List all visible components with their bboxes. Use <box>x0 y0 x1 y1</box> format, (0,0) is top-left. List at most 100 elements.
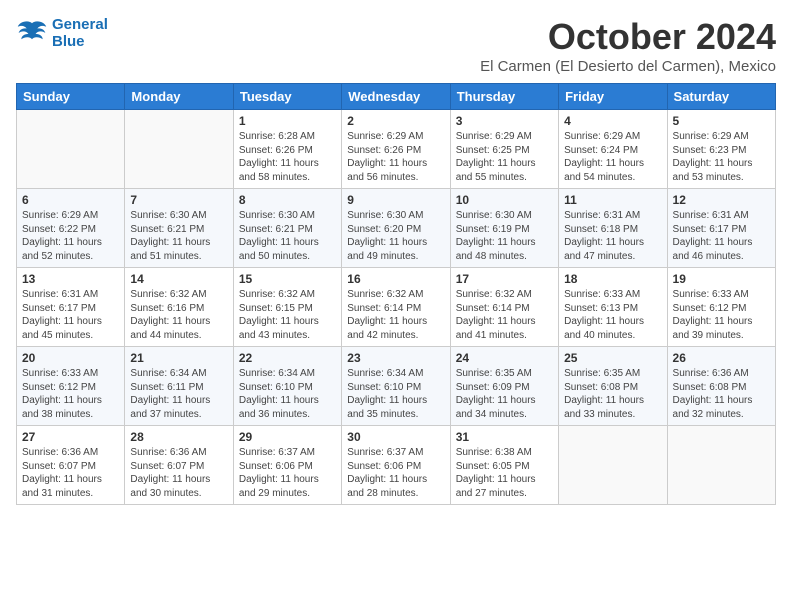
calendar-cell: 28 Sunrise: 6:36 AM Sunset: 6:07 PM Dayli… <box>125 426 233 505</box>
day-info: Sunrise: 6:34 AM Sunset: 6:10 PM Dayligh… <box>239 367 336 421</box>
day-info: Sunrise: 6:34 AM Sunset: 6:10 PM Dayligh… <box>347 367 444 421</box>
day-number: 1 <box>239 114 336 128</box>
location-title: El Carmen (El Desierto del Carmen), Mexi… <box>480 58 776 75</box>
day-number: 16 <box>347 272 444 286</box>
weekday-header-wednesday: Wednesday <box>342 84 450 110</box>
day-info: Sunrise: 6:33 AM Sunset: 6:12 PM Dayligh… <box>22 367 119 421</box>
calendar-cell: 29Sunrise: 6:37 AM Sunset: 6:06 PM Dayli… <box>233 426 341 505</box>
calendar-cell: 1 Sunrise: 6:28 AM Sunset: 6:26 PM Daylig… <box>233 110 341 189</box>
week-row-1: 1 Sunrise: 6:28 AM Sunset: 6:26 PM Daylig… <box>17 110 776 189</box>
calendar-cell: 19 Sunrise: 6:33 AM Sunset: 6:12 PM Dayli… <box>667 268 775 347</box>
day-number: 9 <box>347 193 444 207</box>
day-info: Sunrise: 6:31 AM Sunset: 6:17 PM Dayligh… <box>673 209 770 263</box>
calendar-cell: 22 Sunrise: 6:34 AM Sunset: 6:10 PM Dayli… <box>233 347 341 426</box>
calendar-cell: 6 Sunrise: 6:29 AM Sunset: 6:22 PM Daylig… <box>17 189 125 268</box>
day-number: 30 <box>347 430 444 444</box>
day-number: 18 <box>564 272 661 286</box>
calendar-cell: 12 Sunrise: 6:31 AM Sunset: 6:17 PM Dayli… <box>667 189 775 268</box>
day-info: Sunrise: 6:35 AM Sunset: 6:09 PM Dayligh… <box>456 367 553 421</box>
day-info: Sunrise: 6:29 AM Sunset: 6:26 PM Dayligh… <box>347 130 444 184</box>
calendar-cell: 7Sunrise: 6:30 AM Sunset: 6:21 PM Daylig… <box>125 189 233 268</box>
calendar-cell: 30 Sunrise: 6:37 AM Sunset: 6:06 PM Dayli… <box>342 426 450 505</box>
day-number: 14 <box>130 272 227 286</box>
day-info: Sunrise: 6:30 AM Sunset: 6:21 PM Dayligh… <box>239 209 336 263</box>
weekday-header-monday: Monday <box>125 84 233 110</box>
calendar-cell: 3 Sunrise: 6:29 AM Sunset: 6:25 PM Daylig… <box>450 110 558 189</box>
page-header: General Blue October 2024 El Carmen (El … <box>16 16 776 75</box>
day-info: Sunrise: 6:36 AM Sunset: 6:08 PM Dayligh… <box>673 367 770 421</box>
day-info: Sunrise: 6:37 AM Sunset: 6:06 PM Dayligh… <box>239 446 336 500</box>
day-number: 5 <box>673 114 770 128</box>
calendar-cell: 26 Sunrise: 6:36 AM Sunset: 6:08 PM Dayli… <box>667 347 775 426</box>
day-info: Sunrise: 6:33 AM Sunset: 6:13 PM Dayligh… <box>564 288 661 342</box>
day-info: Sunrise: 6:32 AM Sunset: 6:14 PM Dayligh… <box>347 288 444 342</box>
day-number: 6 <box>22 193 119 207</box>
day-info: Sunrise: 6:33 AM Sunset: 6:12 PM Dayligh… <box>673 288 770 342</box>
day-info: Sunrise: 6:36 AM Sunset: 6:07 PM Dayligh… <box>22 446 119 500</box>
calendar-cell: 2 Sunrise: 6:29 AM Sunset: 6:26 PM Daylig… <box>342 110 450 189</box>
day-info: Sunrise: 6:37 AM Sunset: 6:06 PM Dayligh… <box>347 446 444 500</box>
logo-text: General Blue <box>52 16 108 50</box>
calendar-cell: 27 Sunrise: 6:36 AM Sunset: 6:07 PM Dayli… <box>17 426 125 505</box>
day-number: 17 <box>456 272 553 286</box>
day-number: 26 <box>673 351 770 365</box>
day-number: 11 <box>564 193 661 207</box>
day-number: 12 <box>673 193 770 207</box>
calendar-cell: 9Sunrise: 6:30 AM Sunset: 6:20 PM Daylig… <box>342 189 450 268</box>
day-number: 2 <box>347 114 444 128</box>
day-number: 13 <box>22 272 119 286</box>
calendar-cell: 17 Sunrise: 6:32 AM Sunset: 6:14 PM Dayli… <box>450 268 558 347</box>
day-info: Sunrise: 6:32 AM Sunset: 6:15 PM Dayligh… <box>239 288 336 342</box>
day-number: 22 <box>239 351 336 365</box>
day-info: Sunrise: 6:36 AM Sunset: 6:07 PM Dayligh… <box>130 446 227 500</box>
day-number: 15 <box>239 272 336 286</box>
weekday-header-saturday: Saturday <box>667 84 775 110</box>
day-info: Sunrise: 6:32 AM Sunset: 6:14 PM Dayligh… <box>456 288 553 342</box>
day-info: Sunrise: 6:31 AM Sunset: 6:18 PM Dayligh… <box>564 209 661 263</box>
day-number: 4 <box>564 114 661 128</box>
calendar-cell <box>667 426 775 505</box>
calendar-cell: 14Sunrise: 6:32 AM Sunset: 6:16 PM Dayli… <box>125 268 233 347</box>
calendar-table: SundayMondayTuesdayWednesdayThursdayFrid… <box>16 83 776 505</box>
calendar-cell: 11 Sunrise: 6:31 AM Sunset: 6:18 PM Dayli… <box>559 189 667 268</box>
week-row-5: 27 Sunrise: 6:36 AM Sunset: 6:07 PM Dayli… <box>17 426 776 505</box>
logo-bird-icon <box>16 19 48 47</box>
day-info: Sunrise: 6:28 AM Sunset: 6:26 PM Dayligh… <box>239 130 336 184</box>
weekday-header-thursday: Thursday <box>450 84 558 110</box>
day-info: Sunrise: 6:29 AM Sunset: 6:23 PM Dayligh… <box>673 130 770 184</box>
day-number: 25 <box>564 351 661 365</box>
calendar-cell: 20Sunrise: 6:33 AM Sunset: 6:12 PM Dayli… <box>17 347 125 426</box>
calendar-cell: 24Sunrise: 6:35 AM Sunset: 6:09 PM Dayli… <box>450 347 558 426</box>
day-number: 10 <box>456 193 553 207</box>
weekday-header-sunday: Sunday <box>17 84 125 110</box>
day-info: Sunrise: 6:29 AM Sunset: 6:25 PM Dayligh… <box>456 130 553 184</box>
calendar-cell: 25 Sunrise: 6:35 AM Sunset: 6:08 PM Dayli… <box>559 347 667 426</box>
day-number: 19 <box>673 272 770 286</box>
week-row-4: 20Sunrise: 6:33 AM Sunset: 6:12 PM Dayli… <box>17 347 776 426</box>
month-title: October 2024 <box>480 16 776 58</box>
weekday-header-tuesday: Tuesday <box>233 84 341 110</box>
day-number: 27 <box>22 430 119 444</box>
day-number: 23 <box>347 351 444 365</box>
day-info: Sunrise: 6:29 AM Sunset: 6:22 PM Dayligh… <box>22 209 119 263</box>
calendar-cell: 13Sunrise: 6:31 AM Sunset: 6:17 PM Dayli… <box>17 268 125 347</box>
calendar-cell <box>559 426 667 505</box>
week-row-3: 13Sunrise: 6:31 AM Sunset: 6:17 PM Dayli… <box>17 268 776 347</box>
title-block: October 2024 El Carmen (El Desierto del … <box>480 16 776 75</box>
day-number: 28 <box>130 430 227 444</box>
calendar-cell <box>125 110 233 189</box>
day-info: Sunrise: 6:30 AM Sunset: 6:19 PM Dayligh… <box>456 209 553 263</box>
day-info: Sunrise: 6:34 AM Sunset: 6:11 PM Dayligh… <box>130 367 227 421</box>
calendar-cell: 5 Sunrise: 6:29 AM Sunset: 6:23 PM Daylig… <box>667 110 775 189</box>
calendar-cell: 15 Sunrise: 6:32 AM Sunset: 6:15 PM Dayli… <box>233 268 341 347</box>
calendar-cell: 23 Sunrise: 6:34 AM Sunset: 6:10 PM Dayli… <box>342 347 450 426</box>
day-info: Sunrise: 6:35 AM Sunset: 6:08 PM Dayligh… <box>564 367 661 421</box>
day-info: Sunrise: 6:30 AM Sunset: 6:21 PM Dayligh… <box>130 209 227 263</box>
logo: General Blue <box>16 16 108 50</box>
calendar-cell: 10 Sunrise: 6:30 AM Sunset: 6:19 PM Dayli… <box>450 189 558 268</box>
day-number: 21 <box>130 351 227 365</box>
weekday-header-row: SundayMondayTuesdayWednesdayThursdayFrid… <box>17 84 776 110</box>
week-row-2: 6 Sunrise: 6:29 AM Sunset: 6:22 PM Daylig… <box>17 189 776 268</box>
day-number: 3 <box>456 114 553 128</box>
calendar-cell: 31Sunrise: 6:38 AM Sunset: 6:05 PM Dayli… <box>450 426 558 505</box>
